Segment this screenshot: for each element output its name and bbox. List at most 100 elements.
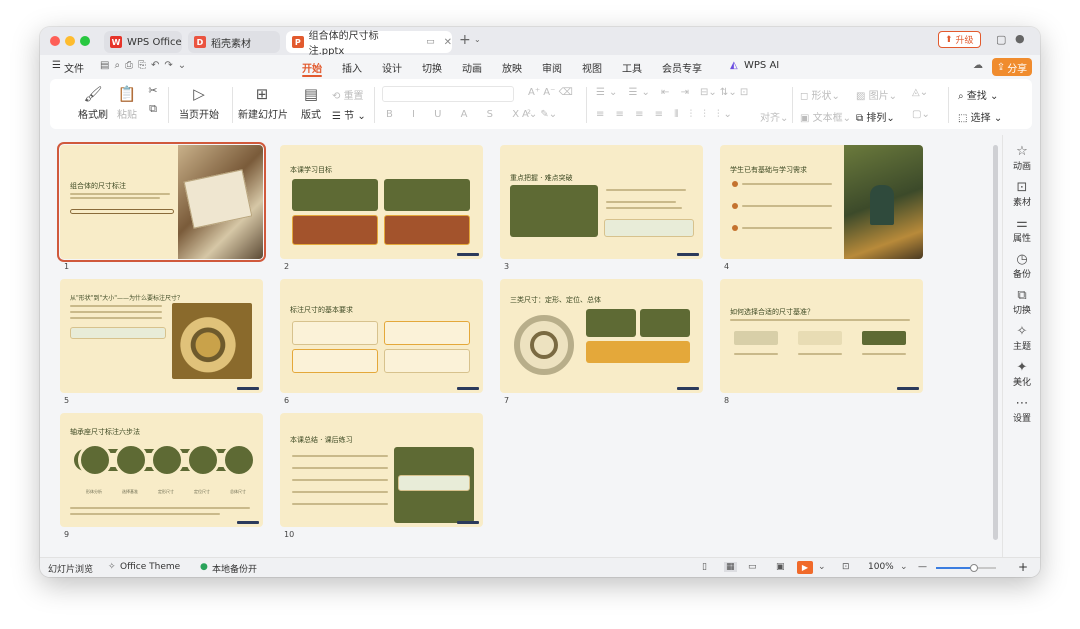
slide-thumbnail[interactable]: 本课学习目标 [280, 145, 483, 259]
zoom-slider-thumb[interactable] [970, 564, 978, 572]
panel-label: 备份 [1012, 270, 1031, 280]
slideshow-options-icon[interactable]: ⌄ [818, 562, 826, 572]
slide-title: 本课学习目标 [290, 166, 332, 174]
menu-tab-design[interactable]: 设计 [382, 60, 402, 75]
textbox-label: 文本框 [812, 113, 843, 124]
panel-animation[interactable]: ☆ 动画 [1003, 145, 1040, 173]
slide-thumbnail[interactable]: 如何选择合适的尺寸基准？ [720, 279, 923, 393]
fill-button[interactable]: ◬⌄ [912, 87, 928, 98]
start-from-current-button[interactable]: ▷ 当页开始 [174, 84, 224, 121]
share-button[interactable]: ⇪ 分享 [992, 58, 1032, 76]
slide-thumbnail[interactable]: 学生已有基础与学习需求 [720, 145, 923, 259]
paste-button[interactable]: 📋 粘贴 [112, 84, 142, 121]
picture-button[interactable]: ▨ 图片⌄ [856, 87, 897, 102]
panel-backup[interactable]: ◷ 备份 [1003, 253, 1040, 281]
font-name-select[interactable] [382, 86, 514, 102]
list-buttons[interactable]: ☰⌄ ☰⌄ ⇤ ⇥ [596, 87, 693, 98]
font-color-button[interactable]: A⌄ ✎⌄ [522, 109, 557, 120]
menu-tab-tools[interactable]: 工具 [622, 60, 642, 75]
step-label: 定位尺寸 [194, 489, 210, 494]
zoom-in-button[interactable]: + [1018, 560, 1028, 574]
arrange-button[interactable]: ⧉ 排列⌄ [856, 109, 895, 124]
menu-tab-review[interactable]: 审阅 [542, 60, 562, 75]
slide-thumbnail[interactable]: 从"形状"到"大小"——为什么要标注尺寸？ [60, 279, 263, 393]
zoom-window-button[interactable] [80, 36, 90, 46]
vertical-scrollbar[interactable] [993, 145, 998, 540]
sliders-icon: ⚌ [1016, 216, 1028, 231]
bullet-icon [732, 225, 738, 231]
find-button[interactable]: ⌕ 查找 ⌄ [958, 87, 998, 102]
tab-pptx-document[interactable]: P 组合体的尺寸标注.pptx ▭ ✕ [286, 31, 452, 57]
slide-thumbnail[interactable]: 轴承座尺寸标注六步法 形体分析 选择基准 定形尺寸 定位尺寸 总体尺寸 [60, 413, 263, 527]
tab-wps-office[interactable]: W WPS Office [104, 31, 182, 53]
step-2-icon [114, 443, 148, 477]
new-slide-button[interactable]: ⊞ 新建幻灯片 [238, 84, 288, 121]
panel-properties[interactable]: ⚌ 属性 [1003, 216, 1040, 245]
reset-button[interactable]: ⟲ 重置 [332, 87, 364, 102]
slide-thumbnail[interactable]: 重点把握 · 难点突破 [500, 145, 703, 259]
shape-button[interactable]: ◻ 形状⌄ [800, 87, 840, 102]
hamburger-menu-icon[interactable]: ☰ [52, 60, 61, 71]
status-bar: 幻灯片浏览 ✧ Office Theme ● 本地备份开 ▯ ▦ ▭ ▣ ▶ ⌄… [40, 557, 1040, 577]
monitor-icon[interactable]: ▭ [426, 37, 435, 47]
zoom-out-button[interactable]: — [918, 562, 927, 572]
menu-tab-transition[interactable]: 切换 [422, 60, 442, 75]
arrange-text-button[interactable]: 对齐⌄ [760, 109, 788, 124]
avatar[interactable]: ● [1015, 32, 1025, 45]
panel-theme[interactable]: ✧ 主题 [1003, 325, 1040, 353]
menu-tab-home[interactable]: 开始 [302, 60, 322, 75]
outline-button[interactable]: ▢⌄ [912, 109, 930, 120]
normal-view-icon[interactable]: ▯ [702, 562, 707, 572]
slide-thumbnail[interactable]: 本课总结 · 课后练习 [280, 413, 483, 527]
slide-text-line [292, 467, 388, 469]
theme-name[interactable]: Office Theme [120, 562, 180, 572]
minimize-window-button[interactable] [65, 36, 75, 46]
reading-view-icon[interactable]: ▭ [748, 562, 757, 572]
scissors-icon: ✂ [148, 84, 158, 97]
close-tab-icon[interactable]: ✕ [444, 37, 452, 48]
quick-access-icons[interactable]: ▤⌕⎙⎘↶↷⌄ [100, 60, 191, 71]
menu-wps-ai[interactable]: WPS AI [744, 60, 779, 71]
zoom-level[interactable]: 100% [868, 562, 894, 572]
menu-file[interactable]: 文件 [64, 60, 84, 75]
close-window-button[interactable] [50, 36, 60, 46]
menu-tab-slideshow[interactable]: 放映 [502, 60, 522, 75]
layout-button[interactable]: ▤ 版式 [298, 84, 324, 121]
section-button[interactable]: ☰ 节 ⌄ [332, 107, 366, 122]
alignment-buttons[interactable]: ≡ ≡ ≡ ≡ ⫴ ⫶ ⫶ ⫶⌄ [596, 109, 736, 120]
menu-tab-view[interactable]: 视图 [582, 60, 602, 75]
panel-transition[interactable]: ⧉ 切换 [1003, 289, 1040, 317]
start-from-current-label: 当页开始 [179, 110, 219, 121]
select-button[interactable]: ⬚ 选择 ⌄ [958, 109, 1002, 124]
menu-tab-insert[interactable]: 插入 [342, 60, 362, 75]
cloud-icon[interactable]: ☁ [973, 60, 983, 71]
upgrade-button[interactable]: ⬆ 升级 [938, 31, 981, 48]
format-painter-button[interactable]: 🖌 格式刷 [78, 84, 108, 121]
text-direction-buttons[interactable]: ⊟⌄ ⇅⌄ ⊡ [700, 87, 748, 98]
new-tab-icon[interactable]: + [459, 32, 471, 48]
slide-thumbnail[interactable]: 标注尺寸的基本要求 [280, 279, 483, 393]
play-slideshow-button[interactable]: ▶ [797, 561, 813, 574]
cut-copy-group[interactable]: ✂ ⧉ [146, 84, 160, 116]
chevron-down-icon[interactable]: ⌄ [474, 35, 481, 44]
notes-icon[interactable]: ▣ [776, 562, 785, 572]
slide-thumbnail[interactable]: 三类尺寸：定形、定位、总体 [500, 279, 703, 393]
slide-thumbnail[interactable]: 组合体的尺寸标注 [57, 142, 266, 262]
panel-assets[interactable]: ⊡ 素材 [1003, 181, 1040, 209]
panel-beautify[interactable]: ✦ 美化 [1003, 361, 1040, 389]
text-format-buttons[interactable]: B I U A S X² [386, 109, 539, 120]
slide-sorter-icon[interactable]: ▦ [724, 562, 737, 572]
panel-settings[interactable]: ⋯ 设置 [1003, 397, 1040, 425]
window-mode-icon[interactable]: ▢ [996, 33, 1006, 46]
slide-logo-badge [677, 387, 699, 390]
slide-number: 4 [724, 262, 730, 271]
slide-card [292, 179, 378, 211]
menu-tab-member[interactable]: 会员专享 [662, 60, 702, 75]
zoom-menu-icon[interactable]: ⌄ [900, 562, 908, 572]
menu-tab-animation[interactable]: 动画 [462, 60, 482, 75]
font-size-controls[interactable]: A⁺ A⁻ ⌫ [528, 87, 573, 98]
tab-docer[interactable]: D 稻壳素材 [188, 31, 280, 53]
textbox-button[interactable]: ▣ 文本框⌄ [800, 109, 851, 124]
backup-status[interactable]: 本地备份开 [212, 562, 257, 575]
fit-to-window-icon[interactable]: ⊡ [842, 562, 850, 572]
